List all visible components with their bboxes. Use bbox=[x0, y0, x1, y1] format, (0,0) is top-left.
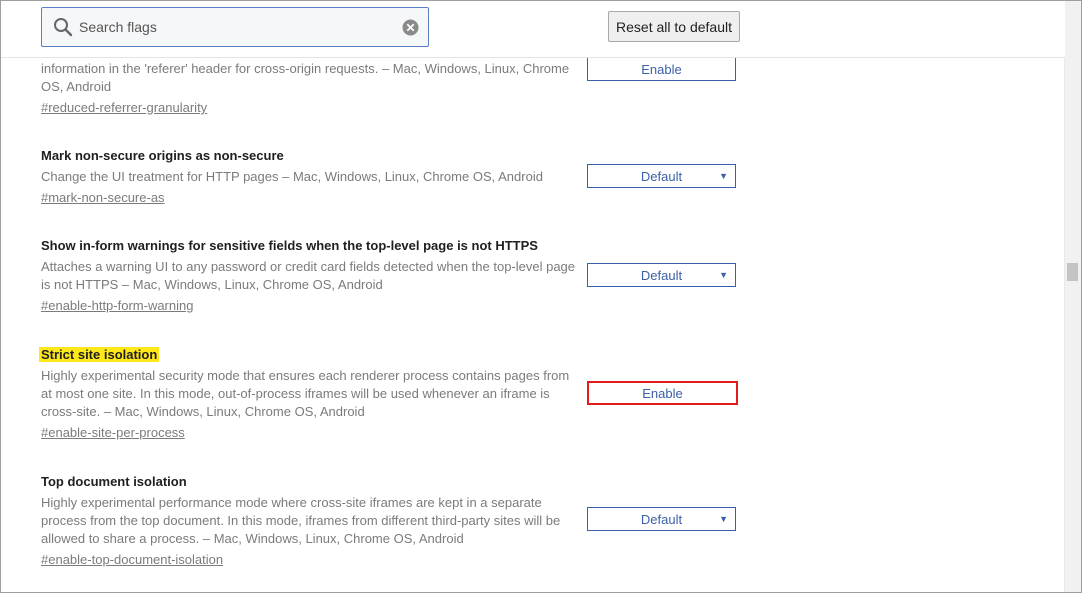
scrollbar-thumb[interactable] bbox=[1067, 263, 1078, 281]
experiment-title: Mark non-secure origins as non-secure bbox=[41, 148, 284, 163]
experiment-title: Show in-form warnings for sensitive fiel… bbox=[41, 238, 538, 253]
experiment-anchor-link[interactable]: #enable-top-document-isolation bbox=[41, 551, 581, 569]
enable-button-label: Enable bbox=[642, 385, 683, 401]
experiment-description: allowed to share a process. – Mac, Windo… bbox=[41, 531, 464, 546]
enable-button-label: Enable bbox=[641, 61, 682, 77]
reset-all-button[interactable]: Reset all to default bbox=[608, 11, 740, 42]
experiment-anchor-link[interactable]: #enable-site-per-process bbox=[41, 424, 581, 442]
experiment-description: cross-site. – Mac, Windows, Linux, Chrom… bbox=[41, 404, 365, 419]
experiment-description: Highly experimental security mode that e… bbox=[41, 368, 570, 383]
experiment-description: Change the UI treatment for HTTP pages –… bbox=[41, 169, 543, 184]
experiment-description: Highly experimental performance mode whe… bbox=[41, 495, 542, 510]
experiment-title: Top document isolation bbox=[41, 474, 187, 489]
experiment-top-document-isolation: Top document isolation Highly experiment… bbox=[41, 473, 581, 569]
enable-button[interactable]: Enable bbox=[587, 57, 736, 81]
clear-search-icon[interactable] bbox=[402, 19, 419, 36]
search-input[interactable]: Search flags bbox=[41, 7, 429, 47]
flags-header: Search flags Reset all to default bbox=[1, 1, 1065, 58]
experiment-description: Attaches a warning UI to any password or… bbox=[41, 259, 576, 274]
search-placeholder: Search flags bbox=[79, 19, 157, 35]
vertical-scrollbar[interactable] bbox=[1064, 1, 1081, 592]
experiment-description: information in the 'referer' header for … bbox=[41, 61, 570, 76]
default-select[interactable]: Default ▼ bbox=[587, 263, 736, 287]
experiment-anchor-link[interactable]: #mark-non-secure-as bbox=[41, 189, 581, 207]
experiment-reduced-referrer-granularity: information in the 'referer' header for … bbox=[41, 60, 581, 117]
dropdown-arrow-icon: ▼ bbox=[719, 270, 728, 280]
experiment-title: Strict site isolation bbox=[39, 346, 581, 364]
highlighted-title: Strict site isolation bbox=[39, 347, 160, 362]
experiment-http-form-warning: Show in-form warnings for sensitive fiel… bbox=[41, 237, 586, 315]
experiment-description: at most one site. In this mode, out-of-p… bbox=[41, 386, 550, 401]
default-select[interactable]: Default ▼ bbox=[587, 164, 736, 188]
experiment-anchor-link[interactable]: #enable-http-form-warning bbox=[41, 297, 586, 315]
dropdown-arrow-icon: ▼ bbox=[719, 514, 728, 524]
search-icon bbox=[54, 18, 73, 37]
enable-button-highlighted[interactable]: Enable bbox=[587, 381, 738, 405]
experiment-description: process from the top document. In this m… bbox=[41, 513, 561, 528]
dropdown-arrow-icon: ▼ bbox=[719, 171, 728, 181]
flags-page: information in the 'referer' header for … bbox=[0, 0, 1082, 593]
experiment-anchor-link[interactable]: #reduced-referrer-granularity bbox=[41, 99, 581, 117]
experiment-description: is not HTTPS – Mac, Windows, Linux, Chro… bbox=[41, 277, 383, 292]
default-select[interactable]: Default ▼ bbox=[587, 507, 736, 531]
experiment-description: OS, Android bbox=[41, 79, 112, 94]
select-value: Default bbox=[640, 267, 683, 283]
experiment-strict-site-isolation: Strict site isolation Highly experimenta… bbox=[39, 346, 581, 442]
experiment-mark-non-secure: Mark non-secure origins as non-secure Ch… bbox=[41, 147, 581, 207]
select-value: Default bbox=[640, 511, 683, 527]
select-value: Default bbox=[640, 168, 683, 184]
